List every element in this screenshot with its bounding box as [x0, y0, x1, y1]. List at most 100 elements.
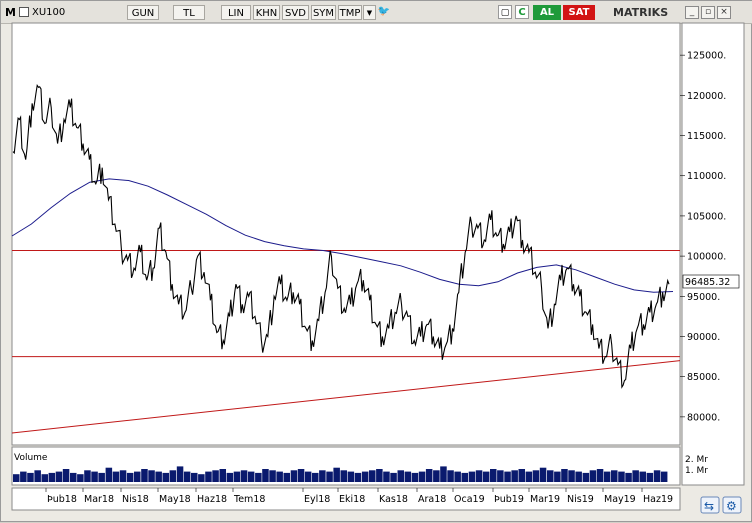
volume-bar: [198, 474, 205, 482]
price-tick-label: 115000.: [687, 131, 726, 142]
volume-bar: [105, 467, 113, 482]
volume-bar: [13, 474, 20, 482]
price-tick-label: 85000.: [687, 372, 720, 383]
volume-bar: [490, 469, 497, 482]
date-tick-label: Þub19: [494, 494, 524, 505]
volume-bar: [84, 470, 91, 482]
volume-bar: [141, 469, 148, 482]
date-tick-label: Eyl18: [304, 494, 330, 505]
volume-bar: [376, 469, 383, 482]
volume-bar: [55, 471, 63, 482]
volume-bar: [418, 471, 426, 482]
volume-bar: [276, 471, 283, 482]
volume-bar: [369, 470, 376, 482]
volume-bar: [425, 469, 433, 482]
price-tick-label: 125000.: [687, 51, 726, 62]
volume-bar: [48, 472, 56, 482]
volume-bar: [632, 470, 639, 482]
volume-bar: [454, 471, 461, 482]
date-tick-label: Ara18: [418, 494, 446, 505]
volume-label: Volume: [14, 453, 48, 463]
volume-bar: [70, 472, 77, 482]
volume-tick-2: 2. Mr: [685, 455, 708, 465]
volume-bar: [77, 474, 84, 482]
volume-bar: [475, 470, 483, 482]
volume-bar: [390, 472, 397, 482]
volume-bar: [554, 471, 561, 482]
volume-bar: [525, 471, 533, 482]
date-tick-label: Tem18: [233, 494, 265, 505]
svg-text:⇆: ⇆: [704, 499, 714, 513]
volume-bar: [354, 472, 362, 482]
volume-bar: [397, 470, 405, 482]
volume-bar: [532, 470, 540, 482]
volume-bar: [404, 471, 412, 482]
volume-bar: [226, 472, 234, 482]
date-tick-label: Oca19: [454, 494, 485, 505]
volume-bar: [183, 471, 191, 482]
volume-bar: [347, 471, 355, 482]
volume-bar: [240, 470, 248, 482]
price-tick-label: 120000.: [687, 91, 726, 102]
volume-bar: [98, 472, 105, 482]
date-tick-label: Mar18: [84, 494, 114, 505]
volume-bar: [27, 472, 34, 482]
volume-bar: [148, 470, 155, 482]
price-tick-label: 90000.: [687, 332, 720, 343]
volume-bar: [603, 471, 611, 482]
date-tick-label: Haz18: [197, 494, 227, 505]
sync-icon[interactable]: ⇆: [700, 496, 720, 514]
volume-bar: [262, 469, 269, 482]
volume-bar: [511, 470, 518, 482]
volume-bar: [639, 471, 647, 482]
volume-bar: [269, 470, 276, 482]
volume-bar: [169, 470, 177, 482]
volume-bar: [219, 469, 227, 482]
price-tick-label: 95000.: [687, 292, 720, 303]
volume-bar: [625, 472, 632, 482]
volume-bar: [212, 470, 219, 482]
volume-bar: [361, 471, 369, 482]
volume-bar: [112, 471, 120, 482]
volume-bar: [539, 467, 547, 482]
volume-bar: [312, 472, 319, 482]
volume-bar: [255, 472, 262, 482]
date-tick-label: Nis18: [122, 494, 149, 505]
price-tick-label: 100000.: [687, 252, 726, 263]
date-tick-label: Þub18: [47, 494, 77, 505]
volume-tick-1: 1. Mr: [685, 466, 708, 476]
volume-bar: [575, 471, 582, 482]
volume-bar: [34, 470, 41, 482]
volume-bar: [582, 472, 590, 482]
date-tick-label: Nis19: [567, 494, 594, 505]
volume-bar: [91, 471, 98, 482]
volume-bar: [333, 467, 340, 482]
settings-icon[interactable]: ⚙: [722, 496, 742, 514]
volume-bar: [134, 471, 141, 482]
price-tick-label: 80000.: [687, 412, 720, 423]
date-tick-label: May19: [604, 494, 636, 505]
volume-bar: [340, 470, 348, 482]
volume-bar: [461, 472, 469, 482]
chart-window: M XU100 GUN TL LIN KHN SVD SYM TMP ▼ 🐦 ▢…: [0, 0, 752, 522]
volume-bar: [561, 469, 568, 482]
volume-bar: [547, 470, 554, 482]
volume-bar: [482, 471, 490, 482]
volume-bar: [497, 470, 504, 482]
volume-bar: [20, 471, 27, 482]
volume-bar: [646, 472, 654, 482]
volume-bar: [62, 469, 70, 482]
volume-bar: [433, 470, 440, 482]
volume-bar: [233, 471, 241, 482]
date-tick-label: Eki18: [339, 494, 365, 505]
price-tick-label: 110000.: [687, 171, 726, 182]
chart-canvas: 125000. 120000. 115000. 110000. 105000. 10000…: [11, 22, 745, 514]
volume-bar: [297, 469, 305, 482]
volume-bar: [447, 470, 454, 482]
volume-bar: [653, 470, 661, 482]
volume-bar: [504, 471, 511, 482]
volume-bar: [155, 471, 162, 482]
volume-bar: [319, 470, 326, 482]
volume-bar: [290, 470, 298, 482]
volume-bar: [41, 474, 49, 482]
